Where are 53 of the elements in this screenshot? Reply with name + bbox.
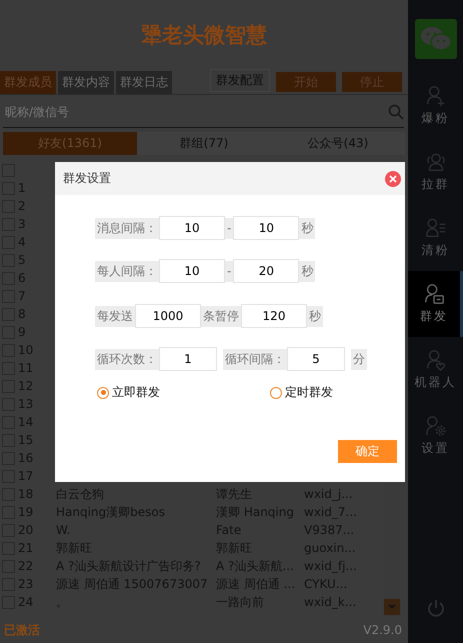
sidebar-item[interactable]: 机器人 bbox=[408, 337, 463, 403]
number-field[interactable]: 1 bbox=[159, 347, 217, 371]
number-field[interactable]: 10 bbox=[159, 216, 225, 240]
field-label: 分 bbox=[351, 348, 367, 370]
activation-status: 已激活 bbox=[4, 622, 40, 638]
field-label: - bbox=[225, 260, 234, 282]
sidebar-item[interactable]: 群发 bbox=[408, 271, 463, 337]
tab[interactable]: 群发日志 bbox=[116, 71, 172, 94]
person-gear-icon bbox=[424, 415, 446, 437]
radio-option[interactable]: 定时群发 bbox=[270, 384, 333, 401]
sidebar-item[interactable]: 设置 bbox=[408, 403, 463, 469]
person-add-icon bbox=[424, 85, 446, 107]
field-label: - bbox=[225, 218, 234, 238]
field-label: 每人间隔： bbox=[95, 260, 159, 282]
nickname-cell-text: 。 bbox=[56, 594, 69, 610]
radio-icon[interactable] bbox=[97, 386, 109, 398]
radio-icon[interactable] bbox=[270, 386, 282, 398]
close-icon bbox=[389, 174, 397, 182]
number-field[interactable]: 120 bbox=[241, 304, 307, 328]
person-heart-icon bbox=[424, 349, 446, 371]
field-label: 消息间隔： bbox=[95, 218, 159, 238]
field-label: 条暂停 bbox=[201, 306, 241, 326]
field-label: 秒 bbox=[299, 218, 316, 238]
person-message-icon bbox=[423, 283, 445, 305]
radio-label: 定时群发 bbox=[285, 384, 333, 401]
tab[interactable]: 群发内容 bbox=[58, 71, 114, 94]
field-label: 循环次数： bbox=[95, 348, 159, 370]
sidebar-item[interactable]: 拉群 bbox=[408, 139, 463, 205]
sidebar-item[interactable]: 爆粉 bbox=[408, 73, 463, 139]
dialog-title: 群发设置 bbox=[63, 170, 111, 187]
scroll-down-button[interactable] bbox=[384, 599, 400, 615]
field-label: 秒 bbox=[307, 306, 323, 326]
sidebar-item[interactable]: 清粉 bbox=[408, 205, 463, 271]
number-field[interactable]: 10 bbox=[159, 259, 225, 283]
app-title: 犟老头微智慧 bbox=[141, 21, 267, 49]
number-field[interactable]: 5 bbox=[287, 347, 345, 371]
power-icon[interactable] bbox=[426, 599, 444, 617]
confirm-button[interactable]: 确定 bbox=[338, 440, 397, 463]
chat-logo-icon[interactable] bbox=[414, 19, 456, 59]
number-field[interactable]: 20 bbox=[233, 259, 300, 283]
field-label: 循环间隔： bbox=[223, 348, 287, 370]
person-list-icon bbox=[424, 217, 446, 239]
search-icon[interactable] bbox=[388, 104, 404, 120]
version-label: V2.9.0 bbox=[363, 623, 402, 637]
search-field[interactable]: 昵称/微信号 bbox=[3, 104, 388, 120]
radio-option[interactable]: 立即群发 bbox=[97, 384, 160, 401]
radio-label: 立即群发 bbox=[112, 384, 160, 401]
field-label: 秒 bbox=[299, 260, 316, 282]
field-label: 每发送 bbox=[95, 306, 135, 326]
people-icon bbox=[424, 151, 446, 173]
close-button[interactable] bbox=[385, 170, 401, 186]
number-field[interactable]: 10 bbox=[233, 216, 300, 240]
number-field[interactable]: 1000 bbox=[135, 304, 201, 328]
